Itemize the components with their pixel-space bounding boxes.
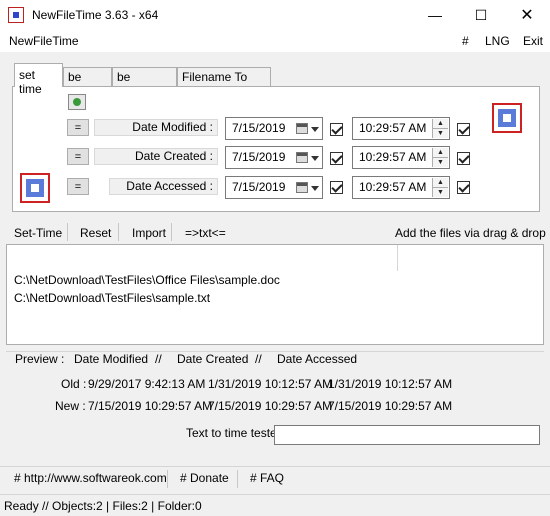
window-title: NewFileTime 3.63 - x64 <box>32 8 159 22</box>
minimize-button[interactable]: — <box>412 0 458 30</box>
equal-button-modified[interactable]: = <box>67 119 89 136</box>
toolbar-separator <box>118 223 119 241</box>
tab-filename-to-time[interactable]: Filename To Time <box>177 67 271 98</box>
new-date-modified: 7/15/2019 10:29:57 AM <box>88 399 213 413</box>
equal-button-created[interactable]: = <box>67 148 89 165</box>
faq-link[interactable]: # FAQ <box>250 471 284 489</box>
set-time-button[interactable]: Set-Time <box>14 226 62 240</box>
website-link[interactable]: # http://www.softwareok.com <box>14 471 167 489</box>
tab-be-younger[interactable]: be younger <box>112 67 177 98</box>
date-modified-date-checkbox[interactable] <box>330 123 343 136</box>
old-date-accessed: 1/31/2019 10:12:57 AM <box>328 377 453 391</box>
reset-button[interactable]: Reset <box>80 226 111 240</box>
date-modified-time-field[interactable]: 10:29:57 AM ▲ ▼ <box>352 117 450 140</box>
new-date-created: 7/15/2019 10:29:57 AM <box>208 399 333 413</box>
txt-export-button[interactable]: =>txt<= <box>185 226 226 240</box>
old-date-modified: 9/29/2017 9:42:13 AM <box>88 377 206 391</box>
import-button[interactable]: Import <box>132 226 166 240</box>
date-accessed-time-field[interactable]: 10:29:57 AM ▲ ▼ <box>352 176 450 199</box>
donate-link[interactable]: # Donate <box>180 471 229 489</box>
new-date-accessed: 7/15/2019 10:29:57 AM <box>328 399 453 413</box>
date-created-time-value: 10:29:57 AM <box>359 150 427 164</box>
new-label: New : <box>55 399 86 413</box>
preview-col-modified: Date Modified <box>74 352 149 366</box>
date-modified-label: Date Modified : <box>94 119 218 136</box>
old-label: Old : <box>61 377 87 391</box>
app-icon <box>8 7 24 23</box>
date-created-label: Date Created : <box>94 148 218 165</box>
date-accessed-date-value: 7/15/2019 <box>232 180 286 194</box>
date-created-date-checkbox[interactable] <box>330 152 343 165</box>
date-accessed-time-value: 10:29:57 AM <box>359 180 427 194</box>
preview-label: Preview : <box>15 352 65 366</box>
tester-label: Text to time tester <box>186 426 281 440</box>
drag-drop-label: Add the files via drag & drop <box>395 226 546 240</box>
status-bar: Ready // Objects:2 | Files:2 | Folder:0 <box>4 499 202 513</box>
list-item[interactable]: C:\NetDownload\TestFiles\sample.txt <box>14 291 210 305</box>
calendar-icon <box>296 152 308 163</box>
time-spinner[interactable]: ▲ ▼ <box>432 178 448 197</box>
time-spinner[interactable]: ▲ ▼ <box>432 148 448 167</box>
date-accessed-time-checkbox[interactable] <box>457 181 470 194</box>
calendar-icon <box>296 123 308 134</box>
chevron-down-icon <box>311 156 319 161</box>
date-accessed-date-picker[interactable]: 7/15/2019 <box>225 176 323 199</box>
date-created-time-checkbox[interactable] <box>457 152 470 165</box>
time-spinner[interactable]: ▲ ▼ <box>432 119 448 138</box>
close-button[interactable]: ✕ <box>504 0 550 30</box>
status-divider <box>0 494 550 495</box>
file-time-icon-small[interactable] <box>20 173 50 203</box>
date-modified-time-value: 10:29:57 AM <box>359 121 427 135</box>
preview-separator: // <box>155 352 162 366</box>
preview-col-created: Date Created <box>177 352 249 366</box>
list-column-divider <box>397 245 398 271</box>
refresh-icon[interactable] <box>68 94 86 110</box>
toolbar-separator <box>67 223 68 241</box>
preview-separator: // <box>255 352 262 366</box>
preview-col-accessed: Date Accessed <box>277 352 358 366</box>
date-created-date-value: 7/15/2019 <box>232 150 286 164</box>
date-created-time-field[interactable]: 10:29:57 AM ▲ ▼ <box>352 146 450 169</box>
link-separator <box>167 470 168 488</box>
chevron-down-icon <box>311 186 319 191</box>
old-date-created: 1/31/2019 10:12:57 AM <box>208 377 333 391</box>
link-separator <box>237 470 238 488</box>
date-created-date-picker[interactable]: 7/15/2019 <box>225 146 323 169</box>
date-modified-time-checkbox[interactable] <box>457 123 470 136</box>
tab-set-time[interactable]: set time <box>14 63 63 96</box>
menu-app-name[interactable]: NewFileTime <box>9 34 79 48</box>
text-to-time-input[interactable] <box>274 425 540 445</box>
menu-exit[interactable]: Exit <box>523 34 543 48</box>
chevron-down-icon <box>311 127 319 132</box>
calendar-icon <box>296 182 308 193</box>
list-item[interactable]: C:\NetDownload\TestFiles\Office Files\sa… <box>14 273 280 287</box>
menu-language[interactable]: LNG <box>485 34 510 48</box>
menu-hash[interactable]: # <box>462 34 469 48</box>
equal-button-accessed[interactable]: = <box>67 178 89 195</box>
file-time-icon[interactable] <box>492 103 522 133</box>
date-accessed-label: Date Accessed : <box>109 178 218 195</box>
date-modified-date-value: 7/15/2019 <box>232 121 286 135</box>
date-accessed-date-checkbox[interactable] <box>330 181 343 194</box>
date-modified-date-picker[interactable]: 7/15/2019 <box>225 117 323 140</box>
maximize-button[interactable]: ☐ <box>458 0 504 30</box>
toolbar-separator <box>171 223 172 241</box>
tab-be-older[interactable]: be older <box>63 67 112 98</box>
